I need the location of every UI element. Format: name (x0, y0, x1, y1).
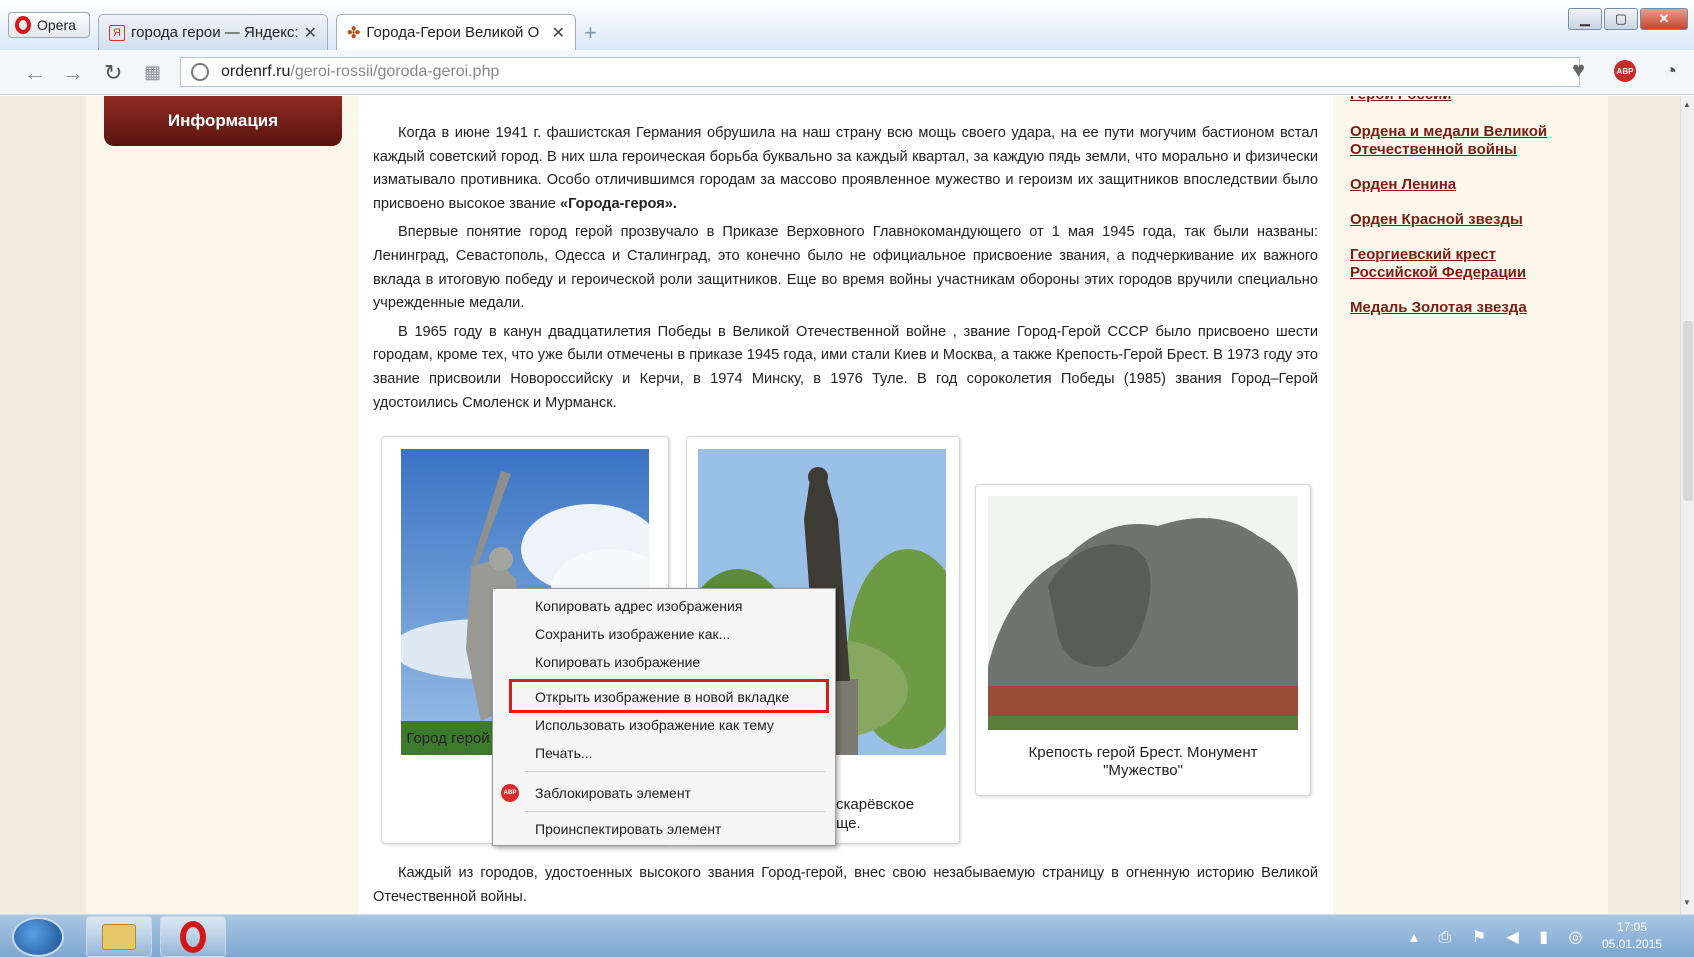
forward-arrow-icon[interactable]: → (62, 60, 84, 86)
system-tray-icons[interactable]: ▴ ⎙ ⚑ ◀ ▮ ◎ (1410, 927, 1590, 947)
yandex-favicon-icon: Я (109, 24, 125, 41)
url-path: /geroi-rossii/goroda-geroi.php (290, 63, 500, 80)
clock-time: 17:05 (1616, 920, 1648, 934)
site-info-icon[interactable] (191, 63, 209, 81)
folder-icon (102, 923, 136, 950)
menu-item-copy-image[interactable]: Копировать изображение (535, 651, 700, 673)
page-right-margin (1608, 96, 1680, 914)
clock-date: 05.01.2015 (1601, 937, 1663, 951)
menu-item-print[interactable]: Печать... (535, 742, 593, 764)
taskbar-opera[interactable] (160, 916, 226, 957)
back-arrow-icon[interactable]: ← (24, 60, 46, 86)
tab-goroda-geroi[interactable]: ✤ Города-Герои Великой О ✕ (336, 14, 576, 50)
speed-dial-grid-icon[interactable]: ▦ (144, 62, 161, 83)
url-host: ordenrf.ru (221, 63, 291, 80)
menu-item-save-image-as[interactable]: Сохранить изображение как... (535, 623, 730, 645)
menu-item-use-image-as-theme[interactable]: Использовать изображение как тему (535, 714, 774, 736)
article-paragraph: Когда в июне 1941 г. фашистская Германия… (373, 125, 1318, 212)
menu-item-open-image-new-tab[interactable]: Открыть изображение в новой вкладке (535, 686, 789, 708)
minimize-button[interactable]: ▁ (1568, 8, 1602, 30)
photo-caption-line: скарёвское (836, 796, 915, 813)
sidebar: Герои России Ордена и медали Великой Оте… (1336, 96, 1608, 914)
sidebar-link-georgievskiy-krest[interactable]: Георгиевский крест Российской Федерации (1350, 246, 1560, 282)
page-scrollbar[interactable]: ▲ ▼ (1680, 96, 1694, 914)
new-tab-icon[interactable]: + (584, 20, 597, 46)
article-bottom-text: Каждый из городов, удостоенных высокого … (373, 862, 1318, 909)
sidebar-link-geroi-rossii[interactable]: Герои России (1350, 96, 1452, 104)
maximize-button[interactable]: ▢ (1604, 8, 1638, 30)
opera-menu-button[interactable]: Opera (8, 12, 90, 38)
stash-heart-icon[interactable]: ♥ (1572, 57, 1585, 83)
menu-item-block-element[interactable]: Заблокировать элемент (535, 782, 691, 804)
information-menu-button[interactable]: Информация (104, 96, 342, 146)
article-paragraph: Впервые понятие город герой прозвучало в… (373, 224, 1318, 312)
menu-separator (525, 771, 825, 772)
window-controls: ▁ ▢ ✕ (1568, 8, 1688, 30)
sidebar-link-ordena-medali[interactable]: Ордена и медали Великой Отечественной во… (1350, 123, 1580, 159)
article-paragraph: Каждый из городов, удостоенных высокого … (373, 865, 1318, 905)
article-text: Когда в июне 1941 г. фашистская Германия… (373, 122, 1318, 420)
close-window-button[interactable]: ✕ (1640, 8, 1688, 30)
brest-courage-monument-image[interactable] (988, 496, 1298, 730)
opera-menu-label: Opera (37, 17, 76, 33)
navigation-bar: ← → ↻ ▦ ordenrf.ru/geroi-rossii/goroda-g… (0, 50, 1694, 95)
menu-separator (525, 811, 825, 812)
opera-icon (180, 920, 206, 953)
scroll-thumb[interactable] (1683, 321, 1693, 501)
adblock-plus-icon[interactable]: ABP (1614, 60, 1636, 82)
web-page: Информация Когда в июне 1941 г. фашистск… (0, 96, 1680, 914)
scroll-up-icon[interactable]: ▲ (1683, 100, 1691, 109)
extension-icon[interactable]: ◔ (1664, 58, 1677, 84)
tab-title: города герои — Яндекс: н (131, 24, 298, 41)
order-star-favicon-icon: ✤ (347, 24, 361, 42)
photo-caption: Крепость герой Брест. Монумент "Мужество… (1028, 744, 1258, 779)
image-context-menu: Копировать адрес изображения Сохранить и… (492, 588, 836, 846)
photo-caption-line: ще. (836, 815, 861, 832)
menu-item-inspect-element[interactable]: Проинспектировать элемент (535, 818, 721, 840)
tab-title: Города-Герои Великой О (366, 24, 540, 41)
menu-item-copy-image-address[interactable]: Копировать адрес изображения (535, 595, 742, 617)
sidebar-link-zolotaya-zvezda[interactable]: Медаль Золотая звезда (1350, 299, 1527, 317)
sidebar-link-orden-krasnoy-zvezdy[interactable]: Орден Красной звезды (1350, 211, 1523, 229)
sidebar-link-orden-lenina[interactable]: Орден Ленина (1350, 176, 1456, 194)
tab-close-icon[interactable]: ✕ (552, 23, 565, 43)
scroll-down-icon[interactable]: ▼ (1683, 898, 1691, 907)
tab-close-icon[interactable]: ✕ (304, 23, 317, 43)
tab-yandex-search[interactable]: Я города герои — Яндекс: н ✕ (98, 14, 328, 50)
article-paragraph: В 1965 году в канун двадцатилетия Победы… (373, 323, 1318, 411)
browser-tab-bar: Opera Я города герои — Яндекс: н ✕ ✤ Гор… (0, 0, 1694, 50)
taskbar-clock[interactable]: 17:05 05.01.2015 (1592, 919, 1672, 953)
windows-taskbar: ▴ ⎙ ⚑ ◀ ▮ ◎ 17:05 05.01.2015 (0, 914, 1694, 957)
address-bar[interactable]: ordenrf.ru/geroi-rossii/goroda-geroi.php (180, 57, 1580, 87)
photo-caption: Город герой (406, 730, 490, 747)
opera-logo-icon (15, 16, 31, 34)
page-left-margin (0, 96, 86, 914)
start-button-icon[interactable] (12, 917, 64, 957)
taskbar-explorer[interactable] (86, 916, 152, 957)
adblock-plus-icon: ABP (501, 784, 519, 802)
reload-icon[interactable]: ↻ (104, 60, 122, 86)
